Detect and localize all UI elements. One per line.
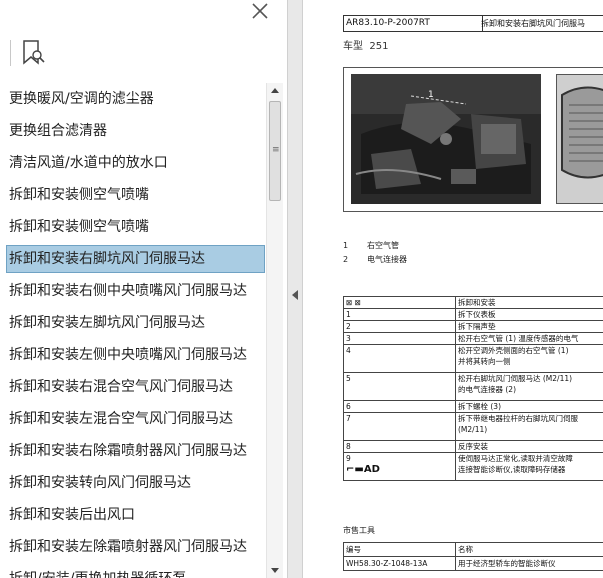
table-row: 3 松开右空气管 (1) 温度传感器的电气 [343, 332, 603, 345]
bookmark-item[interactable]: 拆卸和安装左除霜喷射器风门伺服马达 [6, 533, 265, 561]
collapse-left-icon[interactable] [292, 290, 298, 300]
bookmark-item[interactable]: 清洁风道/水道中的放水口 [6, 149, 265, 177]
legend-item: 1 右空气管 [343, 241, 399, 250]
bookmark-item[interactable]: 拆卸和安装后出风口 [6, 501, 265, 529]
bookmark-list: 更换暖风/空调的滤尘器 更换组合滤清器 清洁风道/水道中的放水口 拆卸和安装侧空… [0, 83, 266, 578]
bookmark-item[interactable]: 更换暖风/空调的滤尘器 [6, 85, 265, 113]
document-page: AR83.10-P-2007RT 拆卸和安装右脚坑风门伺服马 车型 251 1 [303, 0, 603, 578]
bookmark-item[interactable]: 拆卸和安装转向风门伺服马达 [6, 469, 265, 497]
bookmark-item[interactable]: 拆卸和安装左混合空气风门伺服马达 [6, 405, 265, 433]
scroll-down-icon[interactable] [267, 562, 283, 578]
doc-title: 拆卸和安装右脚坑风门伺服马 [478, 15, 603, 32]
doc-id: AR83.10-P-2007RT [343, 15, 483, 32]
diagnosis-icon: ⌐▬ [346, 464, 364, 475]
model-label: 车型 [343, 41, 363, 52]
figure-callout: 1 [428, 90, 434, 100]
model-value: 251 [369, 41, 389, 52]
pane-splitter[interactable] [287, 0, 303, 578]
table-row: 7 拆下带继电器拉杆的右脚坑风门伺服 (M2/11) [343, 412, 603, 441]
bookmark-item[interactable]: 拆卸/安装/更换加热器循环泵 [6, 565, 265, 578]
bookmark-item[interactable]: 拆卸和安装右除霜喷射器风门伺服马达 [6, 437, 265, 465]
table-row: 2 拆下隔声垫 [343, 320, 603, 333]
tools-table: 编号 名称 WH58.30-Z-1048-13A 用于经济型轿车的智能诊断仪 [343, 542, 603, 571]
bookmark-search-icon[interactable] [20, 38, 46, 68]
close-icon[interactable] [248, 0, 272, 24]
toolbar-separator [10, 40, 11, 66]
engine-bay-photo: 1 [351, 74, 541, 204]
bookmark-item[interactable]: 拆卸和安装右混合空气风门伺服马达 [6, 373, 265, 401]
table-row: 4 松开空调外壳侧面的右空气管 (1) 并将其转向一侧 [343, 344, 603, 373]
model-line: 车型 251 [343, 37, 388, 52]
figure: 1 [343, 67, 603, 212]
table-row: 5 松开右脚坑风门伺服马达 (M2/11) 的电气连接器 (2) [343, 372, 603, 401]
table-header-row: 编号 名称 [343, 542, 603, 557]
bookmark-item[interactable]: 拆卸和安装侧空气喷嘴 [6, 181, 265, 209]
bookmark-item[interactable]: 更换组合滤清器 [6, 117, 265, 145]
bookmark-item[interactable]: 拆卸和安装左脚坑风门伺服马达 [6, 309, 265, 337]
scroll-up-icon[interactable] [267, 83, 283, 99]
scroll-thumb[interactable]: ≡ [269, 101, 281, 201]
bookmark-item[interactable]: 拆卸和安装左侧中央喷嘴风门伺服马达 [6, 341, 265, 369]
table-row: 6 拆下螺栓 (3) [343, 400, 603, 413]
table-row: 9 ⌐▬AD 使伺服马达正常化,读取并清空故障 连接智能诊断仪,读取障码存储器 [343, 452, 603, 481]
legend-item: 2 电气连接器 [343, 255, 407, 264]
steps-table: ⊠ ⊠ 拆卸和安装 1 拆下仪表板 2 拆下隔声垫 3 松开右空气管 (1) 温度传感器… [343, 296, 603, 481]
table-row: 8 反序安装 [343, 440, 603, 453]
bookmark-item[interactable]: 拆卸和安装侧空气喷嘴 [6, 213, 265, 241]
table-row: 1 拆下仪表板 [343, 308, 603, 321]
bookmarks-pane: 更换暖风/空调的滤尘器 更换组合滤清器 清洁风道/水道中的放水口 拆卸和安装侧空… [0, 0, 287, 578]
bookmark-item-selected[interactable]: 拆卸和安装右脚坑风门伺服马达 [6, 245, 265, 273]
table-row: WH58.30-Z-1048-13A 用于经济型轿车的智能诊断仪 [343, 556, 603, 571]
table-row: ⊠ ⊠ 拆卸和安装 [343, 296, 603, 309]
detail-photo [556, 74, 603, 204]
vertical-scrollbar[interactable]: ≡ [266, 83, 283, 578]
bookmark-item[interactable]: 拆卸和安装右侧中央喷嘴风门伺服马达 [6, 277, 265, 305]
scroll-grip-icon: ≡ [272, 145, 280, 155]
tools-label: 市售工具 [343, 526, 375, 535]
